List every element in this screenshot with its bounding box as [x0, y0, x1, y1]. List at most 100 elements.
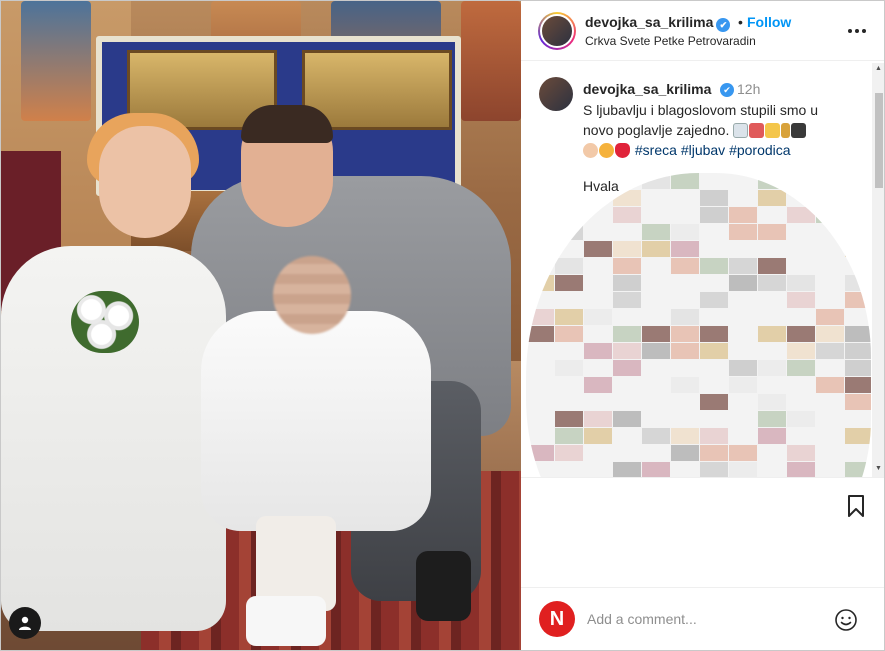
follow-button[interactable]: Follow [747, 14, 791, 30]
redaction-pixel [700, 190, 728, 206]
redaction-pixel [758, 360, 786, 376]
redaction-pixel [787, 292, 815, 308]
photo-bouquet [71, 291, 139, 353]
redaction-pixel [816, 326, 844, 342]
photo-fresco [461, 1, 521, 121]
redaction-pixel [700, 258, 728, 274]
redaction-pixel [845, 173, 871, 189]
photo-child-shoes [246, 596, 326, 646]
redaction-pixel [816, 173, 844, 189]
redaction-pixel [613, 360, 641, 376]
redaction-pixel [700, 462, 728, 477]
redaction-pixel [555, 258, 583, 274]
redaction-pixel [555, 309, 583, 325]
viewer-avatar[interactable]: N [539, 601, 575, 637]
header-separator: • [738, 14, 743, 30]
redaction-pixel [526, 190, 554, 206]
redaction-pixel [584, 377, 612, 393]
photo-man-hair [241, 105, 333, 143]
caption-line2: novo poglavlje zajedno. [583, 122, 730, 138]
caption-section: devojka_sa_krilima ✔ 12h S ljubavlju i b… [521, 61, 873, 477]
tagged-users-button[interactable] [9, 607, 41, 639]
redaction-pixel [555, 224, 583, 240]
redaction-pixel [845, 343, 871, 359]
post-photo[interactable] [1, 1, 521, 650]
verified-badge-icon: ✔ [716, 18, 731, 32]
post-actions [521, 477, 884, 587]
redaction-pixel [526, 173, 554, 189]
redaction-pixel [787, 326, 815, 342]
redaction-pixel [729, 445, 757, 461]
author-avatar[interactable] [538, 12, 576, 50]
redaction-pixel [613, 292, 641, 308]
redaction-pixel [758, 411, 786, 427]
redaction-pixel [555, 275, 583, 291]
caption-verified-badge-icon: ✔ [720, 83, 734, 97]
redaction-pixel [758, 190, 786, 206]
redaction-pixel [613, 207, 641, 223]
redaction-pixel [613, 343, 641, 359]
hashtag-link[interactable]: #sreca [635, 142, 677, 158]
user-icon [19, 616, 31, 630]
redaction-pixel [845, 275, 871, 291]
redaction-pixel [642, 224, 670, 240]
redaction-pixel [642, 428, 670, 444]
redaction-pixel [845, 428, 871, 444]
angel-emoji-icon [765, 123, 781, 138]
key-emoji-icon [781, 123, 791, 138]
hashtag-link[interactable]: #ljubav [681, 142, 725, 158]
redaction-pixel [671, 258, 699, 274]
photo-child-blurred-face [273, 256, 351, 334]
red-heart-emoji-icon [615, 143, 630, 158]
redaction-pixel [613, 258, 641, 274]
emoji-smile-icon[interactable] [834, 608, 858, 632]
redaction-pixel [642, 241, 670, 257]
photo-fresco [21, 1, 91, 121]
redaction-pixel [787, 411, 815, 427]
redaction-pixel [526, 309, 554, 325]
redaction-pixel [845, 241, 871, 257]
redaction-pixel [816, 309, 844, 325]
redaction-pixel [584, 343, 612, 359]
redaction-pixel [584, 428, 612, 444]
bookmark-icon[interactable] [844, 494, 868, 518]
redaction-pixel [526, 275, 554, 291]
redaction-pixel [845, 292, 871, 308]
comment-input[interactable] [587, 608, 827, 630]
redaction-pixel [613, 275, 641, 291]
author-username-text[interactable]: devojka_sa_krilima [585, 14, 713, 30]
redaction-pixel [671, 343, 699, 359]
comment-bar: N [521, 587, 884, 650]
photo-man-shoe [416, 551, 471, 621]
redaction-pixel [787, 275, 815, 291]
redaction-pixel [584, 309, 612, 325]
redaction-pixel [700, 394, 728, 410]
redaction-pixel [758, 275, 786, 291]
caption-scrollbar[interactable]: ▲ ▼ [872, 63, 884, 477]
hashtag-link[interactable]: #porodica [729, 142, 791, 158]
redaction-pixel [555, 326, 583, 342]
post-location[interactable]: Crkva Svete Petke Petrovaradin [585, 34, 756, 48]
redaction-pixel [816, 343, 844, 359]
caption-username[interactable]: devojka_sa_krilima [583, 81, 711, 97]
redaction-pixel [845, 462, 871, 477]
scroll-up-arrow-icon[interactable]: ▲ [875, 65, 882, 72]
scrollbar-thumb[interactable] [875, 93, 883, 188]
redaction-pixel [555, 428, 583, 444]
redaction-pixel [729, 377, 757, 393]
redaction-pixel [787, 462, 815, 477]
redaction-pixel [555, 360, 583, 376]
redaction-pixel [671, 224, 699, 240]
groom-emoji-icon [791, 123, 807, 138]
redaction-pixel [613, 462, 641, 477]
redaction-pixel [845, 360, 871, 376]
more-options-icon[interactable] [847, 21, 867, 41]
redaction-pixel [758, 326, 786, 342]
scroll-down-arrow-icon[interactable]: ▼ [875, 465, 882, 472]
redaction-pixel [555, 411, 583, 427]
caption-avatar[interactable] [539, 77, 573, 111]
post-sidebar: devojka_sa_krilima ✔ • Follow Crkva Svete… [521, 1, 884, 650]
redaction-pixel [729, 360, 757, 376]
redaction-pixel [729, 462, 757, 477]
author-username[interactable]: devojka_sa_krilima ✔ [585, 14, 731, 32]
